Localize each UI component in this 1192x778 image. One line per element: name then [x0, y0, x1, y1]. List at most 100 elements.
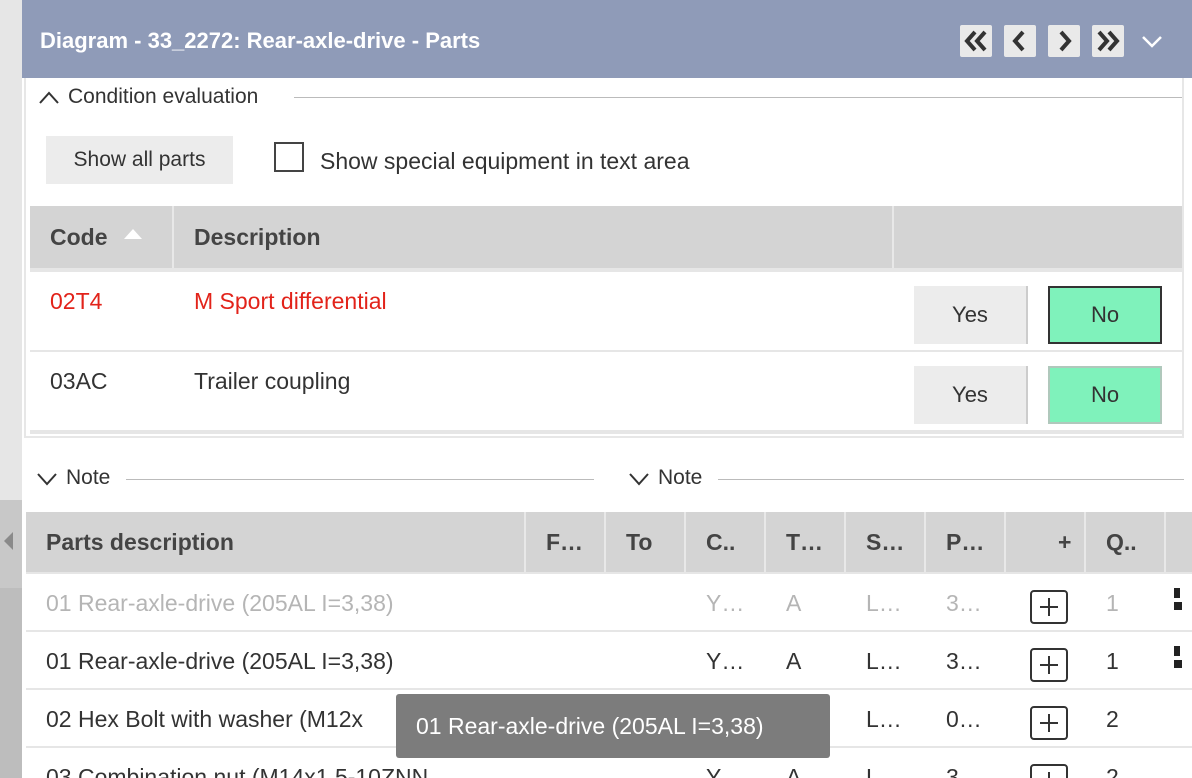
chevron-up-icon	[39, 91, 59, 104]
t-column-header[interactable]: T…	[786, 512, 823, 572]
parts-description-header[interactable]: Parts description	[46, 512, 234, 572]
note-label: Note	[66, 466, 111, 489]
show-all-parts-button[interactable]: Show all parts	[46, 136, 233, 184]
note-divider	[718, 479, 1184, 480]
part-quantity: 1	[1106, 590, 1119, 616]
condition-evaluation-label: Condition evaluation	[68, 85, 259, 108]
condition-evaluation-toggle[interactable]: Condition evaluation	[38, 84, 258, 110]
condition-evaluation-section: Condition evaluation Show all parts Show…	[24, 78, 1184, 438]
parts-panel: Diagram - 33_2272: Rear-axle-drive - Par…	[22, 0, 1192, 778]
left-gutter-lower	[0, 588, 22, 778]
c-column-header[interactable]: C..	[706, 512, 735, 572]
part-t-value: A	[786, 648, 802, 674]
add-to-cart-icon[interactable]	[1030, 590, 1068, 624]
no-button[interactable]: No	[1048, 286, 1162, 344]
sort-ascending-icon	[123, 229, 142, 239]
first-page-button[interactable]	[960, 25, 992, 57]
part-c-value: Y…	[706, 590, 745, 616]
column-divider	[764, 512, 766, 572]
part-c-value: Y	[706, 764, 722, 778]
part-s-value: L…	[866, 648, 902, 674]
part-quantity: 1	[1106, 648, 1119, 674]
table-row: 02T4 M Sport differential Yes No	[30, 272, 1182, 350]
part-description: 01 Rear-axle-drive (205AL I=3,38)	[46, 648, 394, 674]
column-divider	[1164, 512, 1166, 572]
add-to-cart-icon[interactable]	[1030, 706, 1068, 740]
chevron-down-icon	[629, 473, 649, 486]
column-divider	[1004, 512, 1006, 572]
left-gutter	[0, 0, 22, 500]
add-column-header[interactable]: +	[1058, 512, 1071, 572]
note-toggle[interactable]: Note	[628, 466, 702, 490]
notes-section: Note Note	[22, 440, 1192, 508]
special-equipment-label: Show special equipment in text area	[320, 148, 690, 174]
condition-table: Code Description 02T4 M Sport differenti…	[30, 206, 1182, 434]
condition-table-header: Code Description	[30, 206, 1182, 268]
table-row[interactable]: 01 Rear-axle-drive (205AL I=3,38) Y… A L…	[26, 632, 1192, 688]
column-divider	[892, 206, 894, 268]
table-row[interactable]: 01 Rear-axle-drive (205AL I=3,38) Y… A L…	[26, 574, 1192, 630]
column-divider	[172, 206, 174, 268]
description-column-label: Description	[194, 223, 321, 250]
previous-icon	[1012, 30, 1025, 52]
note-divider	[126, 479, 594, 480]
part-t-value: A	[786, 590, 802, 616]
column-divider	[524, 512, 526, 572]
add-to-cart-icon[interactable]	[1030, 764, 1068, 778]
condition-code: 03AC	[50, 368, 108, 394]
s-column-header[interactable]: S…	[866, 512, 904, 572]
condition-code: 02T4	[50, 288, 103, 314]
condition-description: Trailer coupling	[194, 368, 351, 394]
quantity-column-header[interactable]: Q..	[1106, 512, 1137, 572]
yes-button[interactable]: Yes	[914, 366, 1028, 424]
part-s-value: L	[866, 764, 879, 778]
yes-button[interactable]: Yes	[914, 286, 1028, 344]
parts-table-header: Parts description F… To C.. T… S… P… + Q…	[26, 512, 1192, 572]
part-p-value: 3	[946, 764, 959, 778]
part-p-value: 3…	[946, 648, 982, 674]
part-c-value: Y…	[706, 648, 745, 674]
chevron-down-icon	[1142, 36, 1162, 48]
clipped-row-icon	[1174, 646, 1182, 668]
panel-header: Diagram - 33_2272: Rear-axle-drive - Par…	[22, 0, 1192, 78]
part-p-value: 3…	[946, 590, 982, 616]
column-divider	[684, 512, 686, 572]
part-description: 03 Combination nut (M14x1.5-10ZNN	[46, 764, 429, 778]
from-column-header[interactable]: F…	[546, 512, 583, 572]
previous-button[interactable]	[1004, 25, 1036, 57]
part-p-value: 0…	[946, 706, 982, 732]
code-column-header[interactable]: Code	[50, 206, 144, 268]
to-column-header[interactable]: To	[626, 512, 652, 572]
description-column-header[interactable]: Description	[194, 206, 321, 268]
part-s-value: L…	[866, 590, 902, 616]
last-page-icon	[1097, 30, 1120, 52]
clipped-row-icon	[1174, 588, 1182, 610]
column-divider	[844, 512, 846, 572]
p-column-header[interactable]: P…	[946, 512, 984, 572]
part-s-value: L…	[866, 706, 902, 732]
condition-description: M Sport differential	[194, 288, 387, 314]
no-button[interactable]: No	[1048, 366, 1162, 424]
chevron-down-icon	[37, 473, 57, 486]
column-divider	[1084, 512, 1086, 572]
next-icon	[1059, 30, 1072, 52]
page-title: Diagram - 33_2272: Rear-axle-drive - Par…	[40, 28, 481, 53]
part-quantity: 2	[1106, 764, 1119, 778]
last-page-button[interactable]	[1092, 25, 1124, 57]
next-button[interactable]	[1048, 25, 1080, 57]
collapse-panel-button[interactable]	[1138, 28, 1166, 56]
column-divider	[604, 512, 606, 572]
part-description: 01 Rear-axle-drive (205AL I=3,38)	[46, 590, 394, 616]
note-label: Note	[658, 466, 703, 489]
add-to-cart-icon[interactable]	[1030, 648, 1068, 682]
collapse-left-icon[interactable]	[2, 530, 14, 552]
special-equipment-checkbox[interactable]	[274, 142, 304, 172]
part-tooltip: 01 Rear-axle-drive (205AL I=3,38)	[396, 694, 830, 758]
part-description: 02 Hex Bolt with washer (M12x	[46, 706, 364, 732]
part-quantity: 2	[1106, 706, 1119, 732]
first-page-icon	[964, 30, 987, 52]
part-t-value: A	[786, 764, 802, 778]
table-row: 03AC Trailer coupling Yes No	[30, 352, 1182, 430]
column-divider	[924, 512, 926, 572]
note-toggle[interactable]: Note	[36, 466, 110, 490]
